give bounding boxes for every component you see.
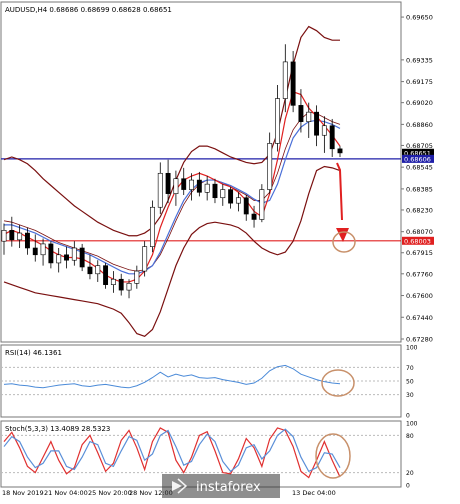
watermark-logo: instaforex — [162, 474, 280, 498]
price-axis: 0.696500.693350.691750.690200.688600.687… — [401, 14, 433, 344]
price-tick-label: 0.69335 — [406, 56, 433, 64]
price-tick-label: 0.69650 — [406, 14, 433, 22]
candle-body — [329, 125, 335, 150]
candle-body — [64, 254, 69, 261]
stoch-tick-label: 100 — [406, 421, 418, 428]
candle-body — [32, 247, 38, 256]
candle-body — [79, 247, 85, 268]
price-tick-label: 0.67760 — [406, 270, 433, 278]
candle-body — [235, 197, 241, 204]
stoch-label: Stoch(5,3,3) 13.4089 28.5323 — [5, 425, 110, 433]
time-tick-label: 13 Dec 04:00 — [292, 489, 336, 497]
candle-body — [40, 243, 46, 256]
rsi-tick-label: 50 — [406, 379, 414, 386]
candle-body — [251, 213, 257, 220]
candle-body — [87, 266, 93, 275]
time-tick-label: 18 Nov 2019 — [2, 489, 44, 497]
candle-body — [181, 178, 187, 190]
price-tick-label: 0.67440 — [406, 314, 433, 322]
candle-body — [259, 189, 265, 220]
time-tick-label: 21 Nov 04:00 — [44, 489, 88, 497]
trading-chart-window: AUDUSD,H4 0.68686 0.68699 0.68628 0.6865… — [0, 0, 460, 500]
candle-body — [220, 189, 226, 199]
rsi-tick-label: 70 — [406, 365, 414, 372]
candle-body — [103, 265, 109, 285]
candle-body — [321, 125, 327, 136]
candle-body — [118, 278, 124, 291]
candle-body — [165, 172, 171, 194]
price-tick-label: 0.68385 — [406, 185, 433, 193]
chart-canvas: AUDUSD,H4 0.68686 0.68699 0.68628 0.6865… — [0, 1, 434, 498]
candle-body — [290, 61, 296, 106]
candle-body — [337, 148, 343, 154]
rsi-tick-label: 0 — [406, 413, 410, 420]
price-tick-label: 0.67280 — [406, 336, 433, 344]
price-tick-label: 0.67600 — [406, 292, 433, 300]
stoch-tick-label: 0 — [406, 483, 410, 490]
rsi-label: RSI(14) 46.1361 — [5, 349, 62, 357]
rsi-axis: 100 70 50 30 0 — [406, 345, 418, 420]
price-tick-label: 0.68545 — [406, 164, 433, 172]
candle-body — [189, 179, 194, 190]
candle-body — [157, 172, 163, 208]
stoch-axis: 100 80 20 0 — [406, 421, 418, 490]
candle-body — [95, 265, 101, 275]
candle-body — [204, 183, 210, 193]
price-tick-label: 0.69020 — [406, 99, 433, 107]
candle-body — [17, 232, 23, 241]
candle-body — [142, 246, 148, 272]
candle-body — [196, 179, 202, 193]
price-tick-label: 0.69175 — [406, 78, 433, 86]
candle-body — [9, 230, 15, 241]
stoch-tick-label: 20 — [406, 470, 414, 477]
candle-body — [228, 189, 234, 204]
candle-body — [267, 143, 273, 190]
candle-body — [298, 105, 304, 122]
candle-body — [1, 230, 7, 242]
candle-body — [110, 278, 116, 285]
price-label-text: 0.68606 — [404, 155, 431, 163]
watermark-text: instaforex — [196, 480, 261, 495]
candle-body — [282, 61, 288, 99]
candle-body — [243, 197, 249, 215]
time-tick-label: 25 Nov 20:00 — [88, 489, 132, 497]
candle-body — [56, 254, 62, 264]
price-tick-label: 0.68230 — [406, 206, 433, 214]
candle-body — [134, 270, 140, 284]
price-tick-label: 0.68070 — [406, 228, 433, 236]
candle-body — [173, 178, 179, 194]
candle-body — [48, 243, 54, 264]
candle-body — [126, 283, 132, 291]
price-tick-label: 0.67915 — [406, 249, 433, 257]
candle-body — [150, 206, 155, 247]
candle-body — [314, 111, 320, 136]
rsi-tick-label: 30 — [406, 392, 414, 399]
stoch-tick-label: 80 — [406, 433, 414, 440]
candle-body — [275, 98, 280, 144]
rsi-tick-label: 100 — [406, 345, 418, 352]
price-label-text: 0.68003 — [404, 237, 431, 245]
symbol-info: AUDUSD,H4 0.68686 0.68699 0.68628 0.6865… — [5, 6, 172, 14]
price-tick-label: 0.68860 — [406, 121, 433, 129]
candle-body — [212, 183, 218, 199]
candle-body — [71, 247, 77, 261]
candle-body — [24, 232, 30, 249]
candle-body — [306, 111, 312, 122]
